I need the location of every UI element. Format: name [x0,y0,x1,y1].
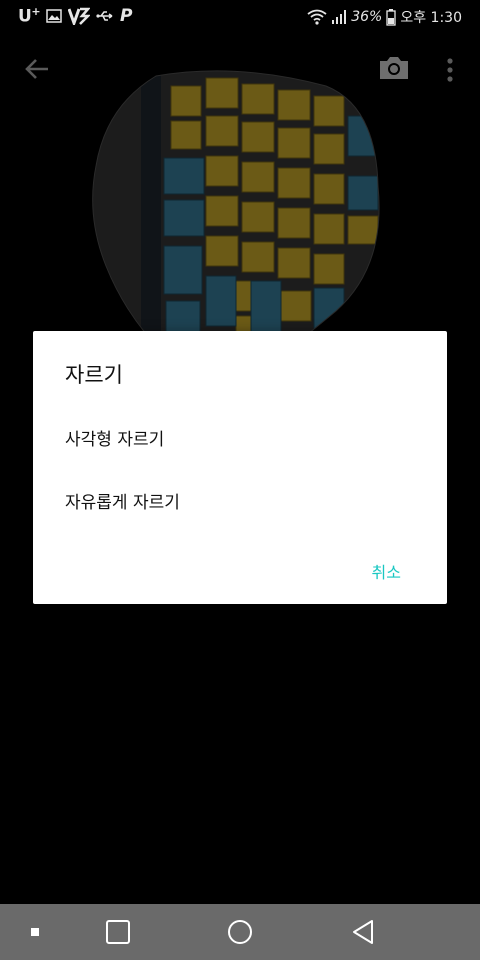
option-freeform-crop[interactable]: 자유롭게 자르기 [65,482,180,519]
keyboard-photo [92,70,380,357]
crop-dialog: 자르기 사각형 자르기 자유롭게 자르기 취소 [33,331,447,604]
more-options-button[interactable] [438,56,462,84]
cancel-button[interactable]: 취소 [370,555,403,587]
arrow-left-icon [25,59,48,79]
wifi-icon [307,9,327,25]
battery-percent: 36% [351,9,383,25]
dialog-title: 자르기 [65,363,123,387]
dot-icon [31,928,39,936]
back-button[interactable] [20,54,54,84]
status-bar: U+ P 36% 오후 1:30 [0,0,480,34]
carrier-label: U+ [18,5,41,27]
nav-home-button[interactable] [218,904,262,960]
crop-image-preview [86,66,386,357]
more-vertical-icon [447,58,453,82]
status-left: U+ P [18,5,133,27]
usb-icon [96,9,114,23]
nav-back-button[interactable] [340,904,386,960]
option-rectangle-crop[interactable]: 사각형 자르기 [65,419,164,456]
p-icon: P [120,5,133,26]
home-circle-icon [228,920,252,944]
nav-dot-button[interactable] [18,904,52,960]
navigation-bar [0,904,480,960]
signal-icon [331,9,347,25]
back-triangle-icon [353,920,373,944]
clock: 오후 1:30 [400,10,462,26]
carrier-sup: + [31,5,41,18]
nav-recents-button[interactable] [96,904,140,960]
recents-square-icon [106,920,130,944]
v-flash-icon [68,7,91,25]
screen: U+ P 36% 오후 1:30 자르기 사각형 자르기 자유롭게 자르기 취소 [0,0,480,960]
image-icon [46,9,62,23]
carrier-text: U [18,6,32,27]
status-right: 36% 오후 1:30 [307,7,462,27]
battery-icon [386,8,396,26]
